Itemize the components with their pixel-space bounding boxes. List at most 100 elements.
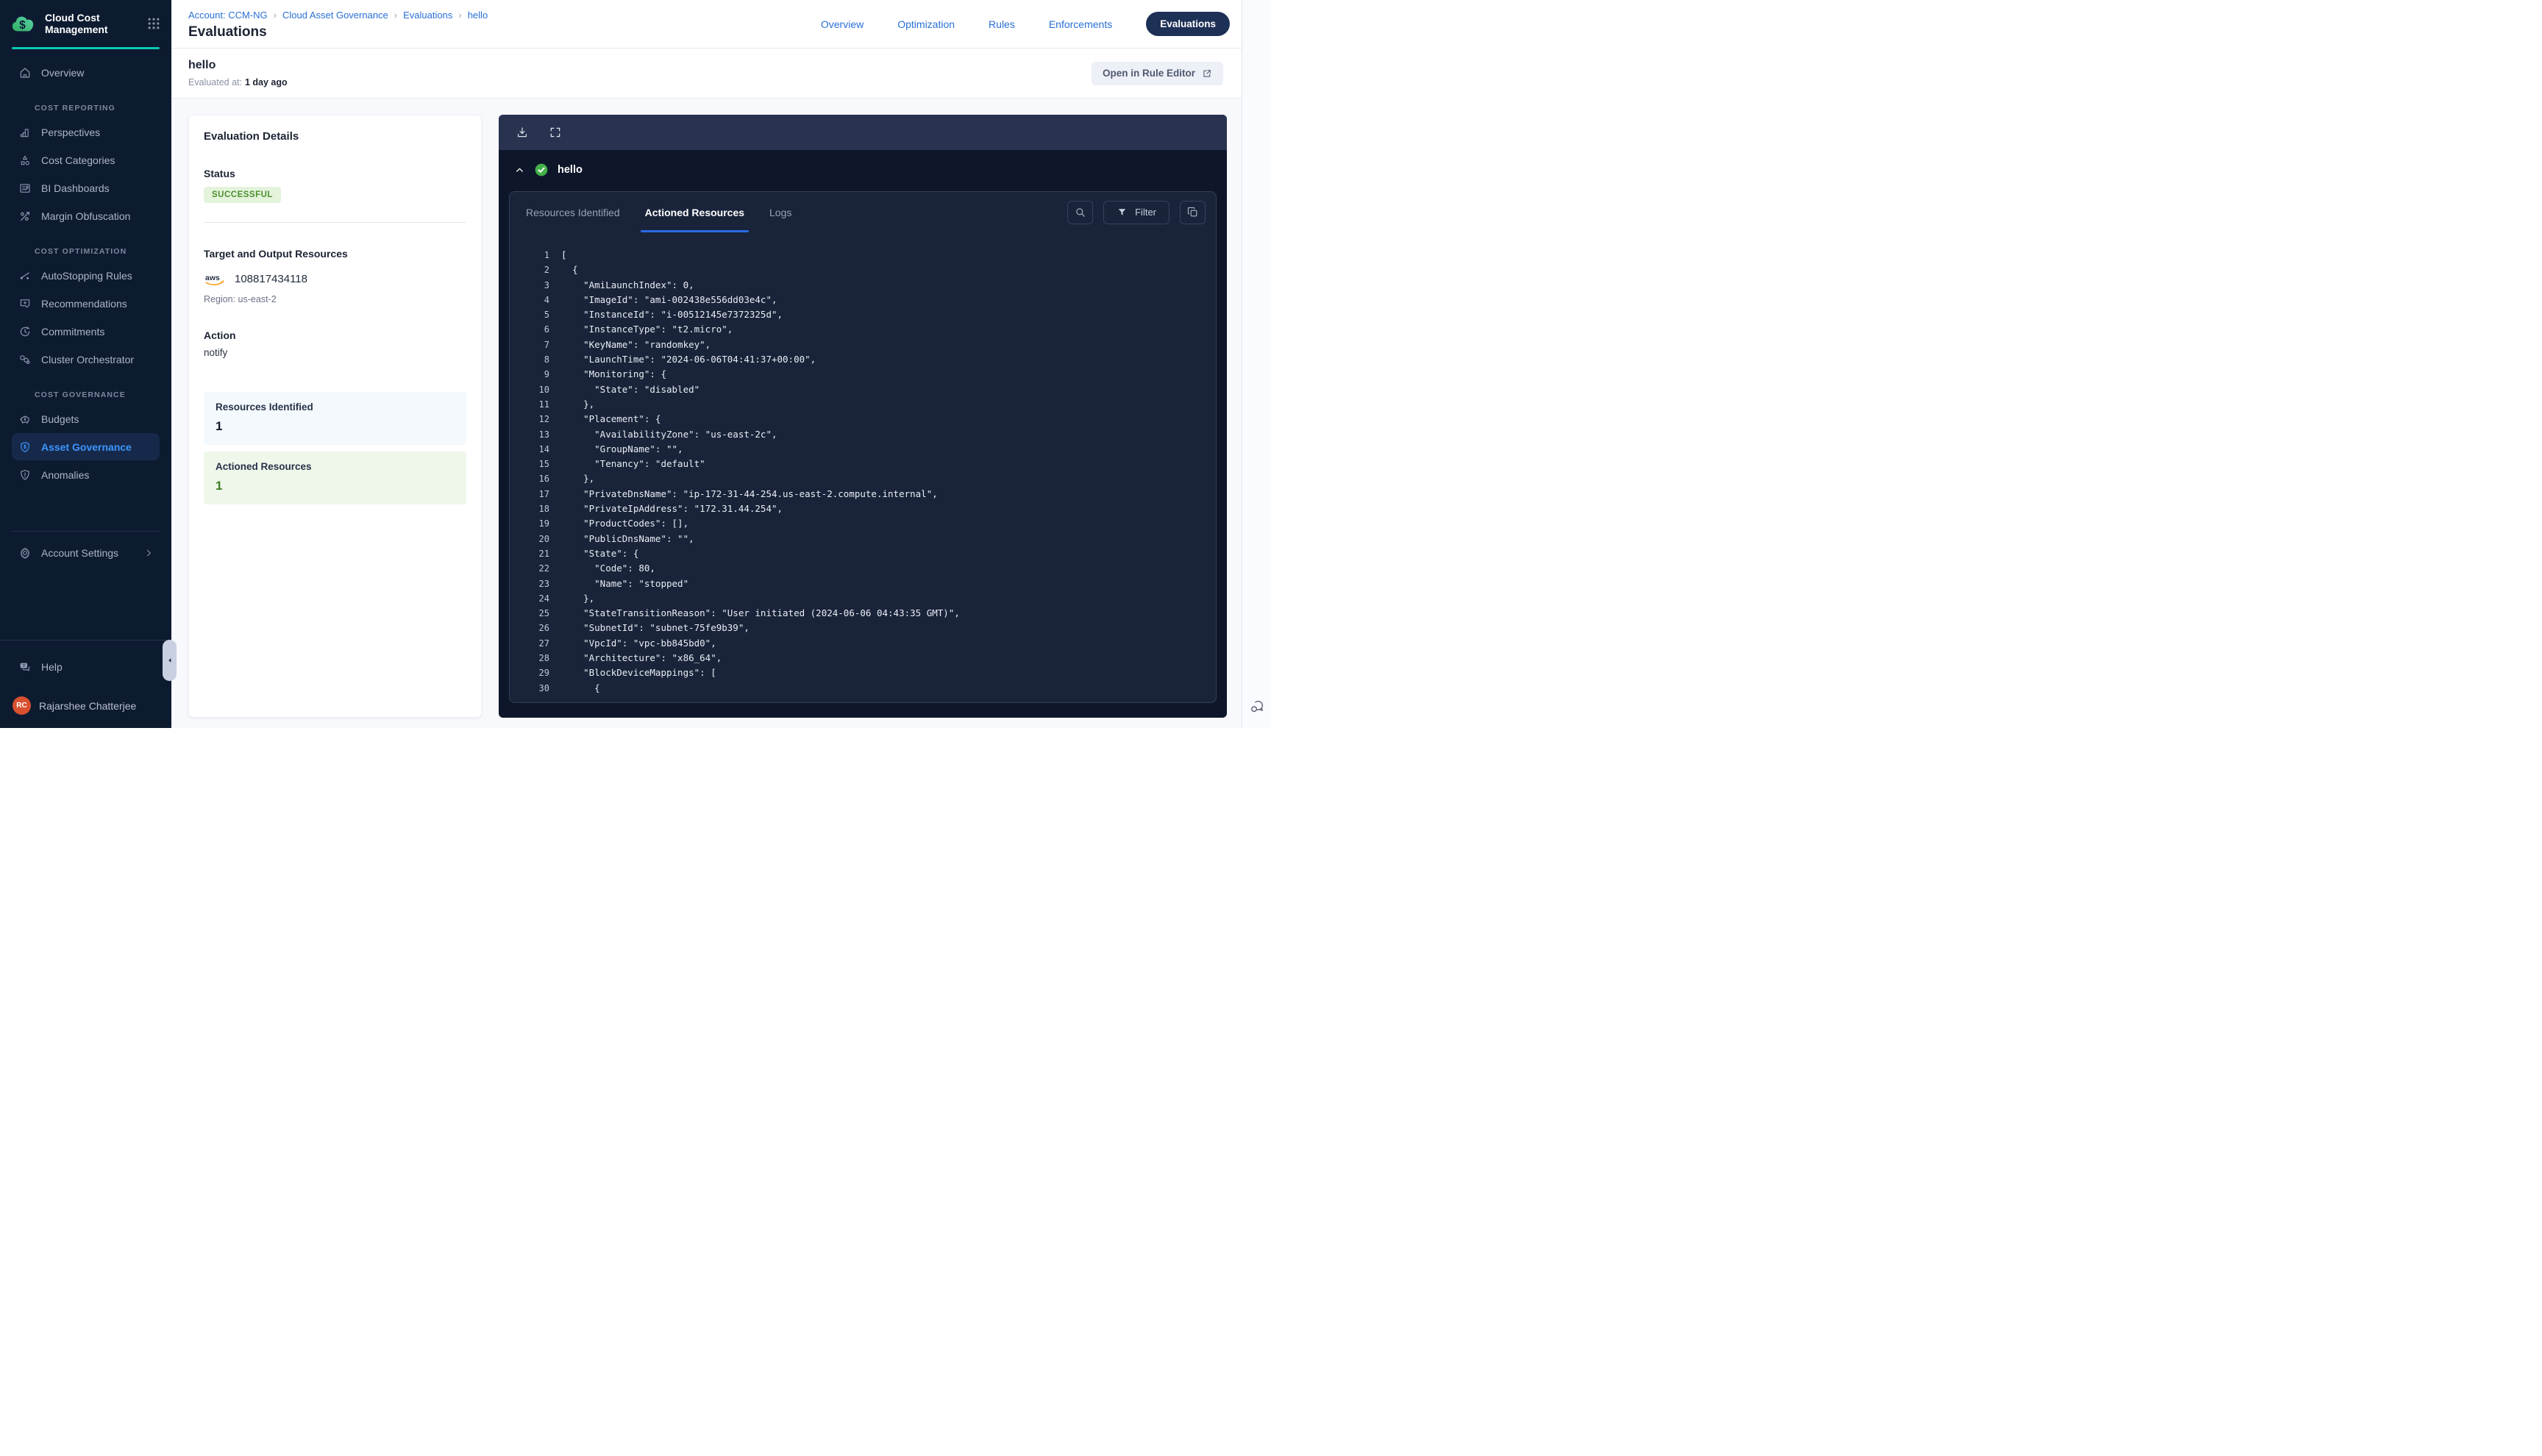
code-text: "LaunchTime": "2024-06-06T04:41:37+00:00… — [561, 352, 816, 367]
divider — [12, 531, 160, 532]
search-button[interactable] — [1067, 201, 1093, 224]
user-menu[interactable]: RC Rajarshee Chatterjee — [0, 696, 171, 715]
open-in-rule-editor-button[interactable]: Open in Rule Editor — [1092, 62, 1223, 85]
code-text: "ImageId": "ami-002438e556dd03e4c", — [561, 293, 777, 307]
sidebar-item-overview[interactable]: Overview — [12, 59, 160, 86]
code-text: "AvailabilityZone": "us-east-2c", — [561, 427, 777, 442]
line-number: 29 — [520, 665, 549, 680]
evaluated-at-value: 1 day ago — [245, 77, 288, 88]
page-title: Evaluations — [188, 24, 821, 40]
sidebar-item-commitments[interactable]: Commitments — [12, 318, 160, 345]
sidebar-collapse-handle[interactable] — [163, 640, 177, 681]
status-label: Status — [204, 168, 466, 179]
code-text: "ProductCodes": [], — [561, 516, 688, 531]
nav-link-enforcements[interactable]: Enforcements — [1049, 18, 1112, 30]
asset-governance-icon — [18, 440, 32, 454]
line-number: 24 — [520, 591, 549, 606]
tab-resources-identified[interactable]: Resources Identified — [526, 192, 620, 232]
evaluation-result-row[interactable]: hello — [499, 150, 1227, 190]
download-icon[interactable] — [516, 126, 529, 139]
search-icon — [1074, 206, 1086, 218]
subheader-left: hello Evaluated at:1 day ago — [188, 59, 288, 88]
code-line: 20 "PublicDnsName": "", — [520, 532, 1201, 546]
sidebar-item-account-settings[interactable]: Account Settings — [12, 539, 160, 566]
sidebar-section-label: COST REPORTING — [35, 104, 171, 113]
copy-button[interactable] — [1180, 201, 1206, 224]
line-number: 6 — [520, 322, 549, 337]
line-number: 19 — [520, 516, 549, 531]
sidebar-item-cost-categories[interactable]: Cost Categories — [12, 146, 160, 174]
nav-link-optimization[interactable]: Optimization — [897, 18, 955, 30]
sidebar-item-autostopping-rules[interactable]: AutoStopping Rules — [12, 262, 160, 289]
header-left: Account: CCM-NG › Cloud Asset Governance › E… — [188, 8, 821, 40]
breadcrumb-link[interactable]: hello — [468, 10, 488, 21]
svg-text:aws: aws — [205, 274, 220, 282]
divider — [204, 222, 466, 223]
collapse-arrow-icon — [165, 655, 175, 665]
code-text: "BlockDeviceMappings": [ — [561, 665, 716, 680]
code-text: "Tenancy": "default" — [561, 457, 705, 471]
code-line: 12 "Placement": { — [520, 412, 1201, 427]
line-number: 8 — [520, 352, 549, 367]
tab-actioned-resources[interactable]: Actioned Resources — [645, 192, 744, 232]
code-line: 24 }, — [520, 591, 1201, 606]
code-line: 7 "KeyName": "randomkey", — [520, 338, 1201, 352]
filter-button[interactable]: Filter — [1103, 201, 1169, 224]
sidebar: $ Cloud Cost Management Overview COST REP… — [0, 0, 171, 728]
fullscreen-icon[interactable] — [549, 126, 562, 139]
margin-obfuscation-icon — [18, 210, 32, 223]
code-line: 22 "Code": 80, — [520, 561, 1201, 576]
line-number: 20 — [520, 532, 549, 546]
code-line: 2 { — [520, 263, 1201, 277]
code-text: "Name": "stopped" — [561, 577, 688, 591]
module-grid-icon[interactable] — [146, 16, 161, 31]
stat-label: Actioned Resources — [216, 461, 455, 472]
breadcrumb-link[interactable]: Cloud Asset Governance — [282, 10, 388, 21]
breadcrumb-separator: › — [394, 10, 397, 21]
nav-link-overview[interactable]: Overview — [821, 18, 864, 30]
code-text: "Code": 80, — [561, 561, 655, 576]
sidebar-item-cluster-orchestrator[interactable]: Cluster Orchestrator — [12, 346, 160, 373]
line-number: 26 — [520, 621, 549, 635]
breadcrumb-separator: › — [458, 10, 461, 21]
line-number: 7 — [520, 338, 549, 352]
line-number: 1 — [520, 248, 549, 263]
chevron-up-icon[interactable] — [514, 165, 525, 176]
breadcrumb-link[interactable]: Account: CCM-NG — [188, 10, 268, 21]
sidebar-item-perspectives[interactable]: Perspectives — [12, 118, 160, 146]
aws-account-id: 108817434118 — [235, 273, 307, 285]
sidebar-item-budgets[interactable]: Budgets — [12, 405, 160, 432]
code-line: 18 "PrivateIpAddress": "172.31.44.254", — [520, 502, 1201, 516]
line-number: 13 — [520, 427, 549, 442]
line-number: 4 — [520, 293, 549, 307]
sidebar-item-margin-obfuscation[interactable]: Margin Obfuscation — [12, 202, 160, 229]
json-code-viewer[interactable]: 1[2 {3 "AmiLaunchIndex": 0,4 "ImageId": … — [510, 232, 1216, 702]
filter-label: Filter — [1135, 207, 1156, 218]
sidebar-item-help[interactable]: ? Help — [12, 653, 160, 680]
status-badge: SUCCESSFUL — [204, 187, 281, 203]
cost-categories-icon — [18, 154, 32, 167]
recommendations-icon — [18, 297, 32, 310]
content: Evaluation Details Status SUCCESSFUL Tar… — [171, 99, 1242, 728]
ccm-logo-icon: $ — [11, 14, 38, 34]
nav-link-rules[interactable]: Rules — [989, 18, 1015, 30]
sidebar-item-label: Cluster Orchestrator — [41, 354, 134, 365]
code-line: 5 "InstanceId": "i-00512145e7372325d", — [520, 307, 1201, 322]
code-text: "Placement": { — [561, 412, 661, 427]
code-text: "GroupName": "", — [561, 442, 683, 457]
tab-logs[interactable]: Logs — [769, 192, 791, 232]
code-line: 1[ — [520, 248, 1201, 263]
chat-support-icon[interactable] — [1248, 698, 1265, 715]
code-text: "State": "disabled" — [561, 382, 699, 397]
sidebar-item-recommendations[interactable]: Recommendations — [12, 290, 160, 317]
sidebar-item-asset-governance[interactable]: Asset Governance — [12, 433, 160, 460]
nav-link-evaluations-active[interactable]: Evaluations — [1146, 12, 1230, 36]
cluster-orchestrator-icon — [18, 353, 32, 366]
sidebar-item-anomalies[interactable]: Anomalies — [12, 461, 160, 488]
app-title: Cloud Cost Management — [45, 12, 139, 35]
filter-icon — [1117, 207, 1128, 218]
line-number: 27 — [520, 636, 549, 651]
breadcrumb-link[interactable]: Evaluations — [403, 10, 452, 21]
home-icon — [18, 66, 32, 79]
sidebar-item-bi-dashboards[interactable]: BI Dashboards — [12, 174, 160, 201]
